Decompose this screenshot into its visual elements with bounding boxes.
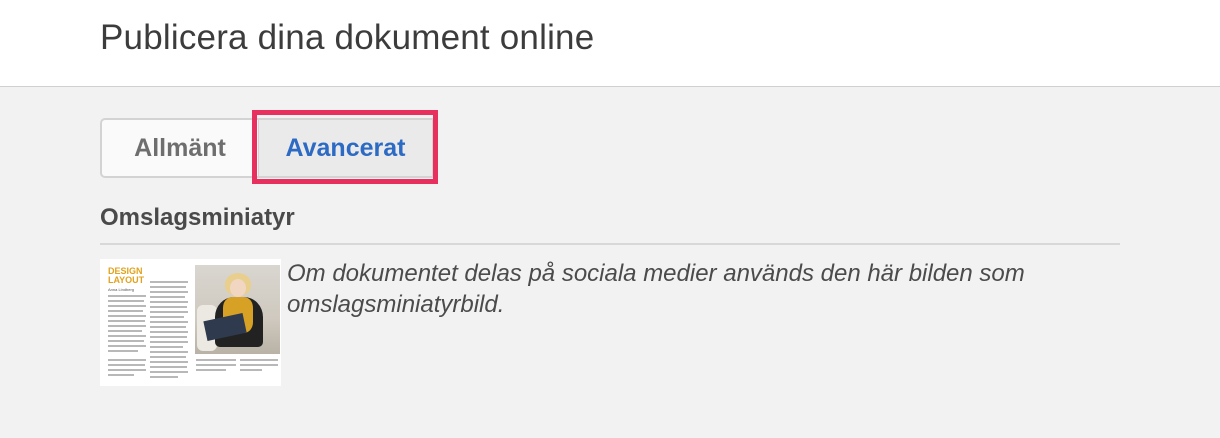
thumbnail-text-line: [196, 359, 236, 361]
thumbnail-text-line: [108, 340, 144, 342]
thumbnail-text-line: [108, 369, 146, 371]
thumbnail-text-line: [150, 321, 188, 323]
thumbnail-text-line: [150, 326, 186, 328]
thumbnail-text-line: [108, 350, 138, 352]
thumbnail-text-line: [150, 341, 188, 343]
thumbnail-text-line: [108, 295, 146, 297]
thumbnail-text-line: [150, 376, 178, 378]
thumbnail-text-line: [150, 316, 184, 318]
thumbnail-logo: DESIGN LAYOUT: [108, 266, 145, 285]
tab-advanced[interactable]: Avancerat: [258, 118, 434, 178]
thumbnail-text-line: [150, 301, 188, 303]
thumbnail-text-line: [108, 320, 145, 322]
thumbnail-text-line: [150, 281, 188, 283]
page-title: Publicera dina dokument online: [100, 18, 595, 57]
thumbnail-text-line: [150, 306, 187, 308]
thumbnail-text-line: [240, 369, 262, 371]
thumbnail-text-line: [150, 356, 186, 358]
thumbnail-text-line: [150, 351, 188, 353]
thumbnail-text-line: [108, 315, 146, 317]
section-divider: [100, 243, 1120, 245]
thumbnail-byline: Anna Lindberg: [108, 287, 135, 292]
thumbnail-description: Om dokumentet delas på sociala medier an…: [287, 260, 1025, 318]
thumbnail-text-line: [240, 359, 278, 361]
thumbnail-text-line: [150, 331, 188, 333]
thumbnail-text-line: [240, 364, 278, 366]
thumbnail-text-line: [108, 330, 142, 332]
header-bar: Publicera dina dokument online: [0, 0, 1220, 87]
thumbnail-text-line: [150, 291, 188, 293]
tab-general[interactable]: Allmänt: [100, 118, 258, 178]
thumbnail-text-line: [150, 366, 187, 368]
thumbnail-text-line: [108, 300, 144, 302]
thumbnail-text-line: [108, 305, 146, 307]
thumbnail-text-line: [196, 369, 226, 371]
thumbnail-text-line: [108, 359, 146, 361]
cover-thumbnail[interactable]: DESIGN LAYOUT Anna Lindberg: [100, 259, 281, 386]
thumbnail-text-line: [108, 345, 146, 347]
thumbnail-text-line: [108, 310, 143, 312]
section-title: Omslagsminiatyr: [100, 204, 295, 231]
thumbnail-text-line: [196, 364, 236, 366]
thumbnail-text-line: [150, 296, 185, 298]
thumbnail-photo: [195, 265, 280, 354]
thumbnail-text-line: [108, 325, 146, 327]
thumbnail-text-line: [150, 336, 187, 338]
thumbnail-text-line: [150, 371, 188, 373]
thumbnail-text-line: [108, 335, 146, 337]
thumbnail-text-line: [108, 374, 134, 376]
thumbnail-text-line: [150, 311, 188, 313]
thumbnail-text-line: [150, 346, 183, 348]
thumbnail-text-line: [150, 361, 188, 363]
thumbnail-text-line: [108, 364, 145, 366]
thumbnail-text-line: [150, 286, 186, 288]
